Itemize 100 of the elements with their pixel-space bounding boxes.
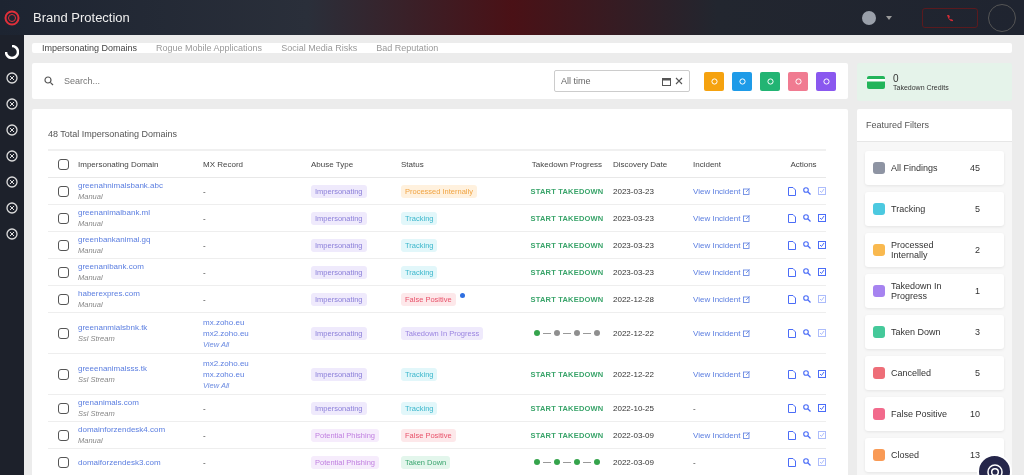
- checkbox-icon[interactable]: [818, 267, 826, 276]
- view-incident-link[interactable]: View Incident: [693, 369, 777, 379]
- discovery-date: 2022-10-25: [613, 403, 655, 413]
- search-icon[interactable]: [803, 369, 811, 378]
- external-link-icon: [743, 268, 751, 276]
- domain-link[interactable]: domainforzendesk4.com: [78, 425, 203, 434]
- ring-icon: [766, 77, 774, 85]
- filter-item[interactable]: Processed Internally 2: [865, 233, 1004, 267]
- document-icon[interactable]: [788, 294, 796, 304]
- view-incident-link[interactable]: View Incident: [693, 294, 777, 304]
- column-header: Status: [401, 159, 425, 169]
- domain-link[interactable]: grenanimals.com: [78, 398, 203, 407]
- ring-icon: [710, 77, 718, 85]
- dislike-button[interactable]: [788, 71, 808, 91]
- view-incident-link[interactable]: View Incident: [693, 213, 777, 223]
- domain-link[interactable]: greeenanimalsss.tk: [78, 364, 203, 373]
- column-header: MX Record: [203, 159, 244, 169]
- search-icon: [44, 76, 54, 86]
- mx-record: mx.zoho.eu: [203, 317, 246, 327]
- table-title: 48 Total Impersonating Domains: [48, 129, 826, 151]
- search-icon[interactable]: [803, 403, 811, 412]
- discovery-date: 2023-03-23: [613, 213, 655, 223]
- spinner-icon[interactable]: [5, 45, 19, 59]
- search-icon[interactable]: [803, 240, 811, 249]
- tab[interactable]: Impersonating Domains: [42, 43, 138, 53]
- document-icon[interactable]: [788, 240, 796, 250]
- filter-item[interactable]: Cancelled 5: [865, 356, 1004, 390]
- document-icon[interactable]: [788, 267, 796, 277]
- column-header: Impersonating Domain: [78, 159, 160, 169]
- view-incident-link[interactable]: View Incident: [693, 328, 777, 338]
- row-checkbox[interactable]: [58, 368, 69, 380]
- document-icon[interactable]: [788, 186, 796, 196]
- mx-record: -: [203, 240, 207, 250]
- row-checkbox[interactable]: [58, 266, 69, 278]
- row-checkbox[interactable]: [58, 239, 69, 251]
- view-incident-link[interactable]: View Incident: [693, 186, 777, 196]
- column-header: Incident: [693, 159, 723, 169]
- filter-item[interactable]: All Findings 45: [865, 151, 1004, 185]
- row-checkbox[interactable]: [58, 429, 69, 441]
- row-checkbox[interactable]: [58, 327, 69, 339]
- row-checkbox[interactable]: [58, 402, 69, 414]
- domain-link[interactable]: greenanimalbank.ml: [78, 208, 203, 217]
- info-icon[interactable]: [459, 292, 465, 298]
- column-header: Discovery Date: [613, 159, 669, 169]
- search-icon[interactable]: [803, 186, 811, 195]
- domain-link[interactable]: greenanibank.com: [78, 262, 203, 271]
- filter-item[interactable]: False Positive 10: [865, 397, 1004, 431]
- filter-item[interactable]: Tracking 5: [865, 192, 1004, 226]
- view-incident-link[interactable]: View Incident: [693, 240, 777, 250]
- search-icon[interactable]: [803, 457, 811, 466]
- checkbox-icon[interactable]: [818, 240, 826, 249]
- domain-link[interactable]: domaiforzendesk3.com: [78, 457, 203, 467]
- export-button[interactable]: [760, 71, 780, 91]
- checkbox-icon[interactable]: [818, 213, 826, 222]
- domain-link[interactable]: greenanmialsbnk.tk: [78, 323, 203, 332]
- ring-icon: [794, 77, 802, 85]
- date-filter-field[interactable]: All time: [554, 70, 690, 92]
- mx-record: -: [203, 430, 207, 440]
- mx-record: -: [203, 457, 207, 467]
- progress-steps: [534, 330, 600, 336]
- filter-item[interactable]: Closed 13: [865, 438, 1004, 472]
- ring-icon: [738, 77, 746, 85]
- caret-icon[interactable]: [886, 15, 892, 20]
- phone-icon: [946, 13, 954, 22]
- calendar-icon[interactable]: [662, 76, 671, 86]
- row-checkbox[interactable]: [58, 185, 69, 197]
- checkbox-icon[interactable]: [818, 403, 826, 412]
- tab[interactable]: Social Media Risks: [281, 43, 358, 53]
- document-icon[interactable]: [788, 430, 796, 440]
- avatar-icon[interactable]: [862, 10, 876, 25]
- domain-link[interactable]: greenbankanimal.gq: [78, 235, 203, 244]
- tab[interactable]: Bad Reputation: [376, 43, 439, 53]
- select-all-checkbox[interactable]: [58, 158, 69, 170]
- tab[interactable]: Rogue Mobile Applications: [156, 43, 263, 53]
- row-checkbox[interactable]: [58, 293, 69, 305]
- document-icon[interactable]: [788, 403, 796, 413]
- document-icon[interactable]: [788, 369, 796, 379]
- clear-icon[interactable]: [675, 77, 683, 85]
- view-incident-link[interactable]: View Incident: [693, 267, 777, 277]
- document-icon[interactable]: [788, 328, 796, 338]
- search-icon[interactable]: [803, 267, 811, 276]
- refresh-button[interactable]: [816, 71, 836, 91]
- domain-link[interactable]: greenahnimalsbank.abc: [78, 181, 203, 190]
- mx-record: -: [203, 294, 207, 304]
- checkbox-icon[interactable]: [818, 369, 826, 378]
- search-icon[interactable]: [803, 430, 811, 439]
- document-icon[interactable]: [788, 457, 796, 467]
- search-icon[interactable]: [803, 213, 811, 222]
- row-checkbox[interactable]: [58, 456, 69, 468]
- search-icon[interactable]: [803, 328, 811, 337]
- add-button[interactable]: [732, 71, 752, 91]
- column-header: Takedown Progress: [531, 159, 603, 169]
- external-link-icon: [743, 329, 751, 337]
- view-incident-link[interactable]: View Incident: [693, 430, 777, 440]
- row-checkbox[interactable]: [58, 212, 69, 224]
- filter-item[interactable]: Takedown In Progress 1: [865, 274, 1004, 308]
- document-icon[interactable]: [788, 213, 796, 223]
- filter-item[interactable]: Taken Down 3: [865, 315, 1004, 349]
- search-icon[interactable]: [803, 294, 811, 303]
- domain-link[interactable]: haberexpres.com: [78, 289, 203, 298]
